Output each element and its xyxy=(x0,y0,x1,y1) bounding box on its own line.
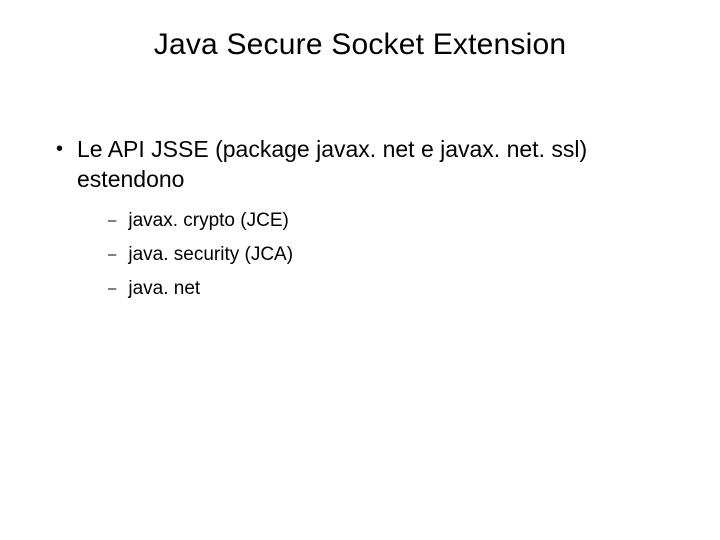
sub-bullet-item: – java. net xyxy=(108,276,670,302)
sub-bullet-item: – javax. crypto (JCE) xyxy=(108,208,670,234)
dash-icon: – xyxy=(108,242,116,268)
dash-icon: – xyxy=(108,276,116,302)
sub-bullet-item: – java. security (JCA) xyxy=(108,242,670,268)
slide: Java Secure Socket Extension • Le API JS… xyxy=(0,0,720,540)
sub-bullet-text: java. net xyxy=(128,276,200,302)
bullet-text: Le API JSSE (package javax. net e javax.… xyxy=(77,134,670,194)
sub-bullet-text: javax. crypto (JCE) xyxy=(128,208,288,234)
slide-title: Java Secure Socket Extension xyxy=(50,28,670,62)
bullet-item: • Le API JSSE (package javax. net e java… xyxy=(56,134,670,194)
dash-icon: – xyxy=(108,208,116,234)
sub-bullet-text: java. security (JCA) xyxy=(128,242,293,268)
sub-bullet-list: – javax. crypto (JCE) – java. security (… xyxy=(108,208,670,302)
bullet-dot-icon: • xyxy=(56,134,63,164)
